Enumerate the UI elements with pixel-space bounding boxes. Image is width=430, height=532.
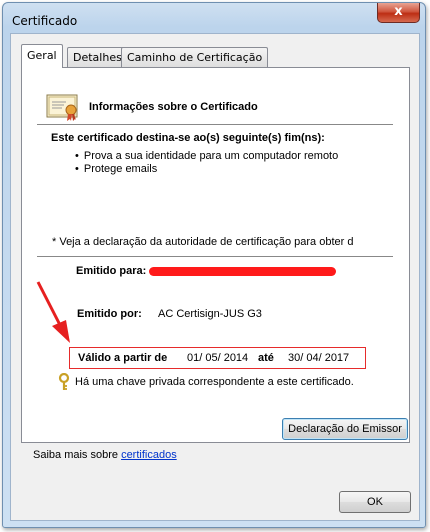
title-bar: Certificado x (3, 3, 425, 33)
valid-from-date: 01/ 05/ 2014 (187, 352, 249, 364)
authority-statement-note: * Veja a declaração da autoridade de cer… (52, 236, 354, 248)
tab-geral[interactable]: Geral (21, 44, 63, 68)
issued-by-label: Emitido por: (77, 308, 142, 320)
purpose-list: Prova a sua identidade para um computado… (77, 150, 338, 176)
tab-caminho-de-certificacao[interactable]: Caminho de Certificação (121, 47, 269, 67)
issued-to-redaction (149, 267, 336, 276)
valid-until-label: até (258, 352, 274, 364)
close-button[interactable]: x (377, 3, 420, 23)
learn-more-prefix: Saiba mais sobre (33, 449, 118, 461)
dialog-body: Geral Detalhes Caminho de Certificação I… (10, 33, 420, 521)
tab-detalhes[interactable]: Detalhes (67, 47, 128, 67)
divider (37, 124, 393, 125)
issued-to-label: Emitido para: (76, 265, 147, 277)
ok-button[interactable]: OK (339, 491, 411, 513)
list-item: Prova a sua identidade para um computado… (77, 150, 338, 163)
validity-highlight-box: Válido a partir de 01/ 05/ 2014 até 30/ … (69, 347, 366, 369)
window-title: Certificado (12, 14, 78, 28)
key-icon (58, 373, 70, 390)
certificate-info-title: Informações sobre o Certificado (89, 101, 258, 113)
private-key-note: Há uma chave privada correspondente a es… (75, 376, 354, 388)
general-tab-panel: Informações sobre o Certificado Este cer… (21, 67, 410, 443)
divider (37, 256, 393, 257)
purpose-title: Este certificado destina-se ao(s) seguin… (51, 132, 325, 144)
list-item: Protege emails (77, 163, 338, 176)
valid-until-date: 30/ 04/ 2017 (288, 352, 350, 364)
certificate-icon (46, 94, 78, 121)
learn-more-text: Saiba mais sobre certificados (33, 449, 177, 461)
valid-from-label: Válido a partir de (78, 352, 168, 364)
certificate-dialog: Certificado x Geral Detalhes Caminho de … (2, 2, 426, 528)
certificates-link[interactable]: certificados (121, 449, 177, 461)
issued-by-value: AC Certisign-JUS G3 (158, 308, 262, 320)
issuer-statement-button[interactable]: Declaração do Emissor (282, 418, 408, 440)
